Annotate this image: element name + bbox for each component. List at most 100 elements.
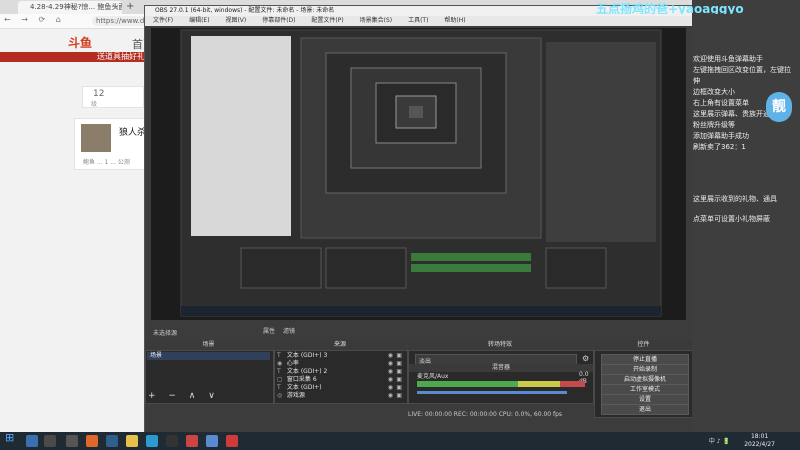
obs-status-bar: LIVE: 00:00:00 REC: 00:00:00 CPU: 0.0%, … — [408, 411, 563, 418]
terminal-icon[interactable] — [166, 435, 178, 447]
transitions-dock-header: 转场特效 — [408, 340, 592, 350]
mixer-panel: 淡出 ⚙ 混音器 麦克风/Aux 0.0 dB — [408, 350, 594, 404]
sources-list: T 文本 (GDI+) 3 ◉ ▣ ◉ 心率 ◉ ▣ T 文本 (GDI+) 2… — [274, 350, 408, 404]
overlay-line: 左键拖拽回区改变位置，左键拉伸 — [693, 66, 791, 85]
lock-icon[interactable]: ▣ — [396, 368, 402, 376]
controls-dock-header: 控件 — [594, 340, 693, 350]
eye-icon[interactable]: ◉ — [388, 392, 393, 400]
badge-icon: 靓 — [766, 92, 792, 122]
text-source-icon: T — [277, 384, 281, 391]
source-name: 心率 — [286, 360, 299, 367]
edge-icon[interactable] — [146, 435, 158, 447]
stream-card[interactable]: 狼人杀 鲍鱼 ... 1 ... 公测 — [74, 118, 146, 170]
overlay-line: 欢迎使用斗鱼弹幕助手 — [693, 55, 763, 63]
browser-nav-icons[interactable]: ← → ⟳ ⌂ — [4, 15, 65, 24]
browser-tab[interactable]: 4.28-4.29神秘?惊... 鲍鱼头面包 ... × — [18, 1, 122, 14]
stream-subtitle: 鲍鱼 ... 1 ... 公测 — [83, 159, 130, 166]
lock-icon[interactable]: ▣ — [396, 376, 402, 384]
search-icon[interactable] — [26, 435, 38, 447]
source-item[interactable]: T 文本 (GDI+) 2 ◉ ▣ — [277, 368, 403, 376]
url-input[interactable]: https://www.douyu — [92, 16, 152, 26]
scenes-toolbar[interactable]: + − ∧ ∨ — [148, 391, 220, 401]
menu-scene-collection[interactable]: 场景集合(S) — [360, 17, 393, 24]
menu-file[interactable]: 文件(F) — [153, 17, 173, 24]
scenes-list: 场景 + − ∧ ∨ — [145, 350, 274, 404]
source-item[interactable]: ◎ 游戏源 ◉ ▣ — [277, 392, 403, 400]
overlay-line: 添加弹幕助手成功 — [693, 132, 749, 140]
source-item[interactable]: ◉ 心率 ◉ ▣ — [277, 360, 403, 368]
source-name: 文本 (GDI+) 2 — [286, 368, 328, 375]
system-tray[interactable]: 中 ♪ 🔋 — [709, 436, 730, 445]
menu-tools[interactable]: 工具(T) — [408, 17, 428, 24]
clock[interactable]: 18:01 2022/4/27 — [744, 433, 775, 449]
stream-thumbnail[interactable] — [81, 124, 111, 152]
app-icon[interactable] — [226, 435, 238, 447]
gift-info-text: 这里展示收到的礼物、通具 — [693, 195, 777, 203]
lock-icon[interactable]: ▣ — [396, 384, 402, 392]
source-name: 文本 (GDI+) 3 — [286, 352, 328, 359]
game-capture-icon: ◎ — [277, 392, 283, 399]
recursive-preview-graphic — [151, 28, 686, 320]
no-source-selected: 未选择源 — [153, 330, 178, 337]
mixer-track-label: 麦克风/Aux — [417, 373, 449, 380]
volume-meter — [417, 381, 585, 387]
lock-icon[interactable]: ▣ — [396, 352, 402, 360]
menu-help[interactable]: 帮助(H) — [444, 17, 465, 24]
controls-panel: 停止直播 开始录制 启动虚拟摄像机 工作室模式 设置 退出 — [594, 350, 695, 418]
obs-app-icon[interactable] — [66, 435, 78, 447]
app-icon[interactable] — [186, 435, 198, 447]
task-view-icon[interactable] — [44, 435, 56, 447]
eye-icon[interactable]: ◉ — [388, 352, 393, 360]
scene-item[interactable]: 场景 — [147, 352, 270, 360]
source-item[interactable]: T 文本 (GDI+) ◉ ▣ — [277, 384, 403, 392]
menu-profile[interactable]: 配置文件(P) — [311, 17, 343, 24]
stream-title[interactable]: 狼人杀 — [119, 125, 146, 138]
eye-icon[interactable]: ◉ — [388, 360, 393, 368]
obs-preview-canvas[interactable] — [151, 28, 686, 320]
source-item[interactable]: ▢ 窗口采集 6 ◉ ▣ — [277, 376, 403, 384]
overlay-line: 刷新卖了362：1 — [693, 143, 746, 151]
eye-icon[interactable]: ◉ — [388, 384, 393, 392]
danmaku-overlay[interactable]: 欢迎使用斗鱼弹幕助手 左键拖拽回区改变位置，左键拉伸 边框改变大小 右上角有设置… — [692, 0, 800, 432]
menu-view[interactable]: 视图(V) — [225, 17, 246, 24]
steam-icon[interactable] — [106, 435, 118, 447]
source-name: 文本 (GDI+) — [286, 384, 322, 391]
site-logo[interactable]: 斗鱼 — [68, 34, 92, 51]
lock-icon[interactable]: ▣ — [396, 392, 402, 400]
scenes-dock-header: 场景 — [145, 340, 272, 350]
text-source-icon: T — [277, 352, 281, 359]
volume-slider[interactable] — [417, 391, 567, 394]
source-name: 游戏源 — [286, 392, 305, 399]
source-item[interactable]: T 文本 (GDI+) 3 ◉ ▣ — [277, 352, 403, 360]
lock-icon[interactable]: ▣ — [396, 360, 402, 368]
gear-icon[interactable]: ⚙ — [582, 354, 589, 363]
firefox-icon[interactable] — [86, 435, 98, 447]
eye-icon[interactable]: ◉ — [388, 368, 393, 376]
menu-docks[interactable]: 停靠部件(D) — [262, 17, 295, 24]
eye-icon[interactable]: ◉ — [388, 376, 393, 384]
heart-rate-source-icon: ◉ — [277, 360, 283, 367]
folder-icon[interactable] — [126, 435, 138, 447]
filters-button[interactable]: 滤镜 — [283, 326, 295, 335]
text-source-icon: T — [277, 368, 281, 375]
menu-edit[interactable]: 编辑(E) — [189, 17, 209, 24]
level-number: 12 — [93, 89, 105, 99]
close-tab-icon[interactable]: × — [113, 1, 119, 14]
clock-date: 2022/4/27 — [744, 441, 775, 448]
new-tab-icon[interactable]: + — [126, 0, 134, 14]
sources-dock-header: 来源 — [274, 340, 406, 350]
obs-menu-bar: 文件(F) 编辑(E) 视图(V) 停靠部件(D) 配置文件(P) 场景集合(S… — [145, 16, 693, 26]
browser-tab-title: 4.28-4.29神秘?惊... 鲍鱼头面包 ... — [30, 3, 122, 11]
properties-button[interactable]: 属性 — [263, 326, 275, 335]
stream-watermark: 五点扬鸡的爸+yaoaggyo — [596, 2, 744, 14]
app-icon[interactable] — [206, 435, 218, 447]
gift-filter-text: 点菜单可设置小礼物屏蔽 — [693, 215, 770, 223]
clock-time: 18:01 — [750, 433, 769, 440]
windows-taskbar: ⊞ 中 ♪ 🔋 18:01 2022/4/27 — [0, 432, 800, 450]
start-icon[interactable]: ⊞ — [5, 432, 14, 444]
obs-window: OBS 27.0.1 (64-bit, windows) - 配置文件: 未命名… — [144, 5, 695, 434]
site-banner[interactable]: 送道具抽好礼 — [0, 52, 145, 62]
source-name: 窗口采集 6 — [286, 376, 317, 383]
window-capture-icon: ▢ — [277, 376, 283, 383]
level-card: 12 级 — [82, 86, 144, 108]
